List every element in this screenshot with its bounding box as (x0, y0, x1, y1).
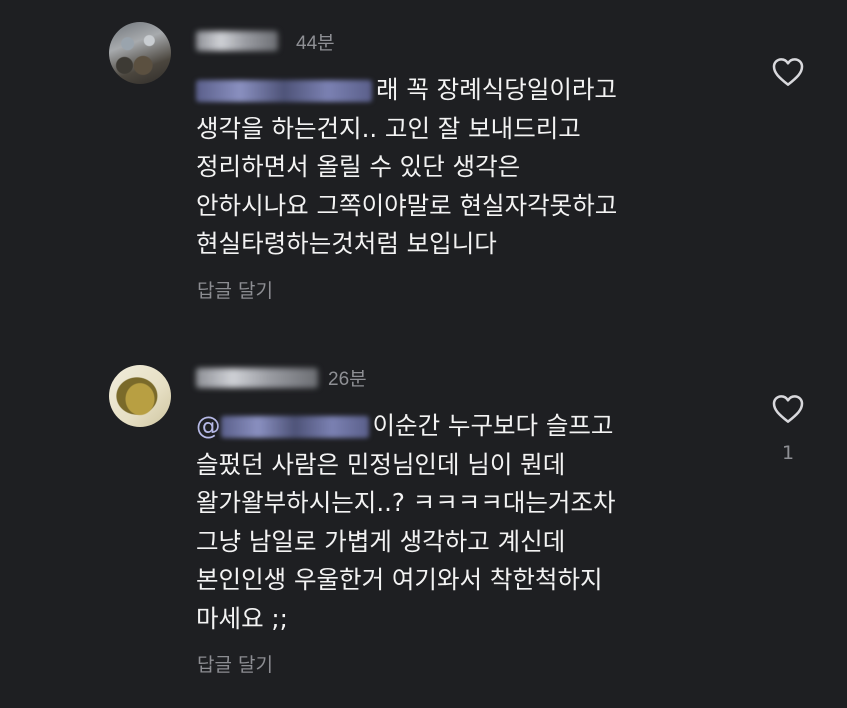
avatar[interactable] (109, 22, 171, 84)
reply-button[interactable]: 답글 달기 (197, 650, 273, 677)
reply-button[interactable]: 답글 달기 (197, 276, 273, 303)
comment-text-first-line: 이순간 누구보다 슬프고 (372, 411, 614, 440)
comment-text-rest: 슬펐던 사람은 민정님인데 님이 뭔데 왈가왈부하시는지..? ㅋㅋㅋㅋ대는거조… (196, 449, 616, 633)
avatar[interactable] (109, 365, 171, 427)
username-blurred[interactable] (196, 368, 318, 388)
mention-blurred[interactable] (196, 80, 372, 102)
username-blurred[interactable] (196, 31, 278, 51)
comment-text-first-line: 래 꼭 장례식당일이라고 (376, 75, 617, 104)
comment-text-rest: 생각을 하는건지.. 고인 잘 보내드리고 정리하면서 올릴 수 있단 생각은 … (196, 113, 618, 259)
heart-icon[interactable] (772, 394, 804, 424)
comment-text: 래 꼭 장례식당일이라고 생각을 하는건지.. 고인 잘 보내드리고 정리하면서… (196, 71, 756, 264)
mention-at-sign[interactable]: @ (196, 411, 221, 440)
comment-time: 44분 (296, 33, 335, 54)
comment-time: 26분 (328, 369, 367, 390)
comment-text: @ 이순간 누구보다 슬프고 슬펐던 사람은 민정님인데 님이 뭔데 왈가왈부하시… (196, 407, 756, 638)
like-count: 1 (782, 442, 795, 464)
heart-icon[interactable] (772, 57, 804, 87)
mention-blurred[interactable] (220, 416, 369, 438)
